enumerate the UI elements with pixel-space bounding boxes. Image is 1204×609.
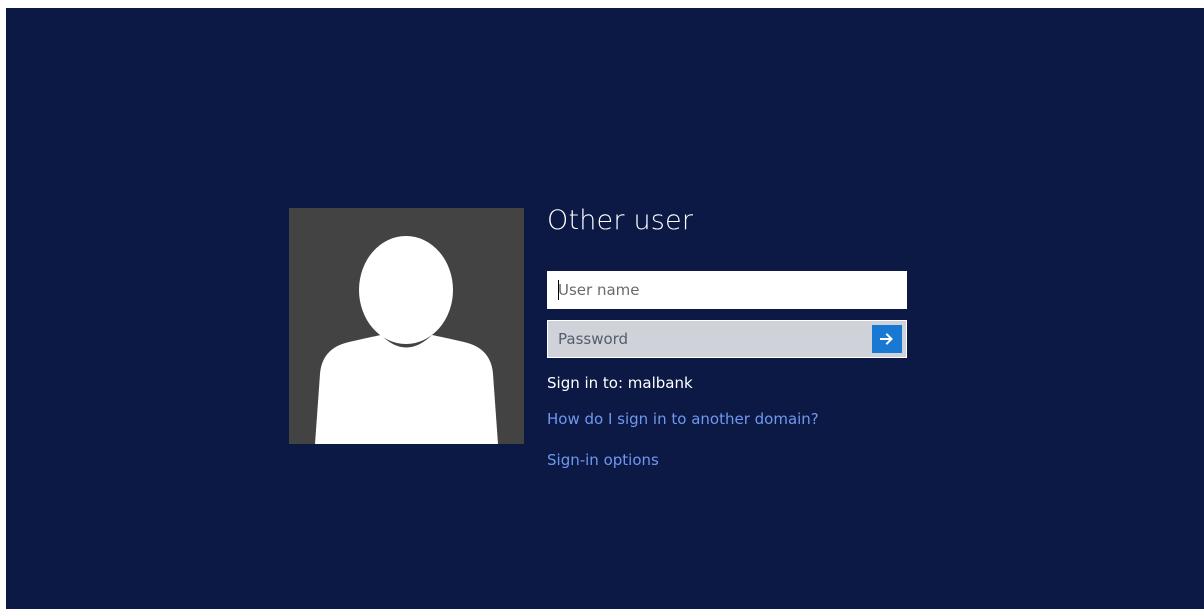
sign-in-domain-text: Sign in to: malbank (547, 374, 693, 392)
user-avatar-tile (289, 208, 524, 444)
username-input[interactable] (547, 271, 907, 309)
submit-button[interactable] (869, 320, 907, 358)
arrow-right-icon (880, 333, 893, 345)
submit-button-face (872, 325, 902, 353)
another-domain-help-link[interactable]: How do I sign in to another domain? (547, 410, 819, 428)
text-caret (558, 280, 559, 300)
user-title: Other user (547, 205, 694, 236)
password-input[interactable] (547, 320, 869, 358)
sign-in-options-link[interactable]: Sign-in options (547, 451, 659, 469)
user-silhouette-icon (315, 236, 498, 444)
